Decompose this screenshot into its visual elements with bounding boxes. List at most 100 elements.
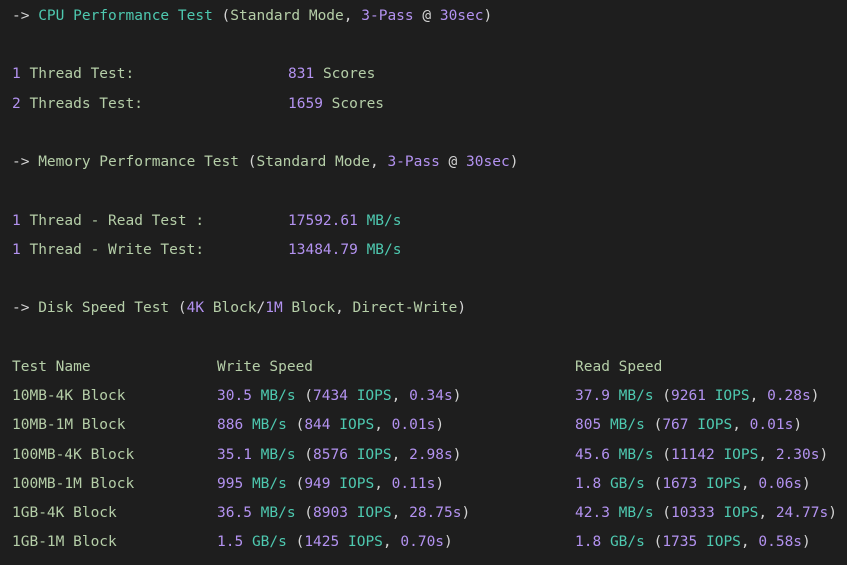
cpu-title: CPU Performance Test: [38, 8, 213, 24]
read-iops-value: 1673: [662, 476, 698, 492]
memory-unit: MB/s: [366, 242, 402, 258]
read-iops-value: 9261: [671, 388, 706, 404]
write-time: 2.98s: [409, 447, 453, 463]
paren: (: [295, 505, 314, 521]
paren: ): [828, 505, 837, 521]
paren: (: [653, 388, 672, 404]
write-iops-value: 1425: [304, 534, 340, 550]
paren: ): [802, 476, 811, 492]
write-iops-value: 949: [304, 476, 331, 492]
disk-row-write: 36.5 MB/s (8903 IOPS, 28.75s): [217, 503, 470, 523]
write-time: 0.11s: [391, 476, 436, 492]
write-speed-value: 30.5: [217, 388, 252, 404]
paren: (: [644, 417, 663, 433]
comma: ,: [391, 388, 410, 404]
write-iops-value: 8576: [313, 447, 348, 463]
memory-title: Memory Performance Test: [38, 154, 239, 170]
write-iops-label: IOPS: [356, 505, 392, 521]
disk-row-read: 1.8 GB/s (1673 IOPS, 0.06s): [575, 474, 811, 494]
read-speed-unit: MB/s: [618, 505, 654, 521]
read-time: 24.77s: [775, 505, 829, 521]
read-iops-value: 1735: [662, 534, 698, 550]
memory-mode: Standard Mode: [256, 154, 370, 170]
paren: (: [286, 417, 305, 433]
disk-row-name: 10MB-4K Block: [12, 388, 126, 404]
memory-section-header: -> Memory Performance Test (Standard Mod…: [12, 154, 519, 170]
read-time: 0.58s: [758, 534, 803, 550]
disk-write-mode: Direct-Write: [352, 300, 458, 316]
read-speed-unit: MB/s: [618, 447, 654, 463]
read-iops-label: IOPS: [723, 447, 759, 463]
disk-title: Disk Speed Test: [38, 300, 170, 316]
paren: ): [444, 534, 453, 550]
write-speed-unit: MB/s: [260, 447, 296, 463]
arrow-glyph: ->: [12, 154, 30, 170]
disk-row-write: 35.1 MB/s (8576 IOPS, 2.98s): [217, 445, 461, 465]
memory-row-num: 1: [12, 213, 21, 229]
disk-row-name: 10MB-1M Block: [12, 417, 126, 433]
write-speed-value: 995: [217, 476, 244, 492]
read-speed-value: 37.9: [575, 388, 610, 404]
comma: ,: [391, 447, 410, 463]
disk-row-name: 1GB-1M Block: [12, 534, 117, 550]
memory-row-label: Thread - Write Test:: [29, 242, 205, 258]
cpu-row-label: Threads Test:: [29, 96, 143, 112]
comma: ,: [740, 534, 759, 550]
memory-row-num: 1: [12, 242, 21, 258]
disk-row-read: 45.6 MB/s (11142 IOPS, 2.30s): [575, 445, 828, 465]
read-time: 2.30s: [775, 447, 820, 463]
read-time: 0.01s: [749, 417, 794, 433]
disk-header-read: Read Speed: [575, 359, 663, 375]
comma: ,: [382, 534, 401, 550]
write-iops-label: IOPS: [356, 447, 392, 463]
paren: (: [644, 534, 663, 550]
disk-row-read: 42.3 MB/s (10333 IOPS, 24.77s): [575, 503, 837, 523]
paren: (: [286, 476, 305, 492]
cpu-duration: 30sec: [439, 8, 484, 24]
cpu-row-1: 1 Thread Test:: [12, 64, 134, 84]
paren: (: [295, 447, 314, 463]
write-speed-unit: MB/s: [251, 417, 287, 433]
disk-row-name: 1GB-4K Block: [12, 505, 117, 521]
paren: ): [793, 417, 803, 433]
memory-row-read-value: 17592.61 MB/s: [288, 211, 402, 231]
disk-row-write: 30.5 MB/s (7434 IOPS, 0.34s): [217, 386, 461, 406]
write-time: 28.75s: [409, 505, 462, 521]
read-iops-label: IOPS: [697, 417, 733, 433]
memory-row-label: Thread - Read Test :: [29, 213, 205, 229]
disk-row-name: 100MB-4K Block: [12, 447, 135, 463]
read-time: 0.06s: [758, 476, 803, 492]
arrow-glyph: ->: [12, 300, 30, 316]
disk-header-name: Test Name: [12, 359, 91, 375]
paren: ): [452, 388, 462, 404]
comma: ,: [758, 447, 776, 463]
disk-block-a-label: Block: [212, 300, 257, 316]
read-speed-unit: GB/s: [609, 534, 645, 550]
memory-value: 13484.79: [288, 242, 358, 258]
memory-row-read: 1 Thread - Read Test :: [12, 211, 204, 231]
read-iops-value: 10333: [671, 505, 715, 521]
read-speed-value: 805: [575, 417, 602, 433]
read-speed-value: 45.6: [575, 447, 610, 463]
write-time: 0.01s: [391, 417, 436, 433]
paren: ): [461, 505, 471, 521]
memory-passes: 3-Pass: [387, 154, 440, 170]
read-iops-value: 11142: [671, 447, 715, 463]
paren: (: [653, 505, 672, 521]
paren: ): [802, 534, 811, 550]
cpu-row-1-value: 831 Scores: [288, 64, 375, 84]
paren: ): [810, 388, 820, 404]
cpu-row-2-value: 1659 Scores: [288, 94, 384, 114]
memory-unit: MB/s: [366, 213, 402, 229]
write-time: 0.34s: [409, 388, 453, 404]
cpu-row-label: Thread Test:: [29, 66, 135, 82]
write-iops-label: IOPS: [339, 476, 375, 492]
read-time: 0.28s: [767, 388, 811, 404]
comma: ,: [749, 388, 768, 404]
cpu-score-unit: Scores: [322, 66, 376, 82]
write-speed-value: 35.1: [217, 447, 252, 463]
read-speed-value: 1.8: [575, 534, 602, 550]
read-speed-value: 1.8: [575, 476, 602, 492]
paren: ): [452, 447, 462, 463]
write-iops-label: IOPS: [347, 534, 383, 550]
